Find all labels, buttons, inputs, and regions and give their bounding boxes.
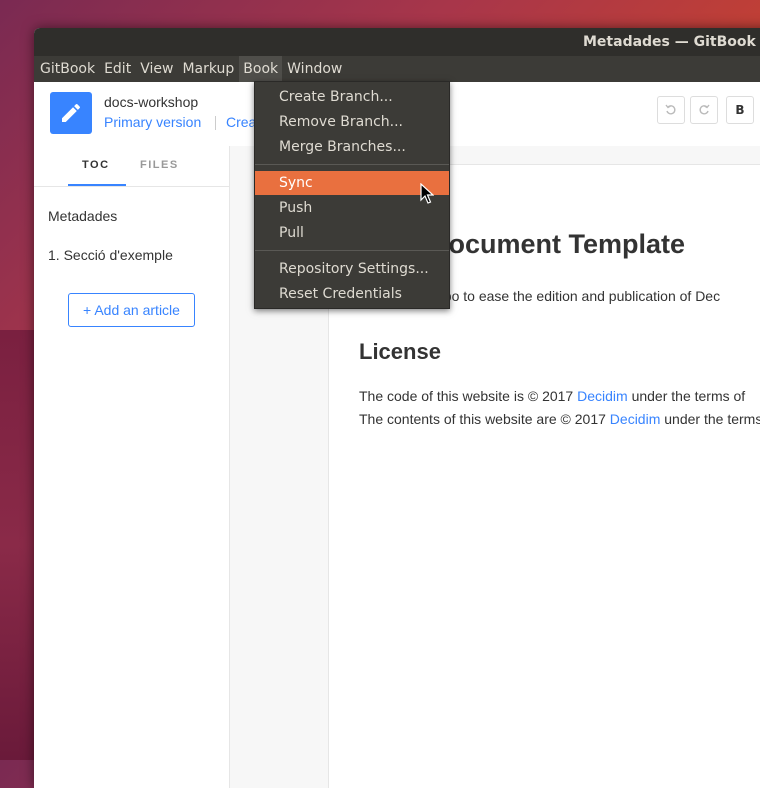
- add-article-button[interactable]: + Add an article: [68, 293, 195, 327]
- menu-item-merge-branches[interactable]: Merge Branches...: [255, 135, 449, 159]
- window-title: Metadades — GitBook Editor: [583, 34, 760, 50]
- active-tab-indicator: [68, 184, 126, 186]
- license-line-1-text: The code of this website is © 2017: [359, 388, 578, 404]
- menu-gitbook[interactable]: GitBook: [36, 56, 99, 82]
- title-bar: Metadades — GitBook Editor: [34, 28, 760, 56]
- redo-icon[interactable]: [690, 96, 718, 124]
- license-heading: License: [359, 339, 441, 364]
- tab-toc[interactable]: TOC: [82, 159, 110, 171]
- toc-item-seccio[interactable]: 1. Secció d'exemple: [48, 247, 173, 263]
- menu-view[interactable]: View: [136, 56, 177, 82]
- tab-files[interactable]: FILES: [140, 159, 179, 171]
- menu-item-create-branch[interactable]: Create Branch...: [255, 85, 449, 109]
- menu-separator: [255, 164, 449, 165]
- menu-item-repository-settings[interactable]: Repository Settings...: [255, 257, 449, 281]
- sidebar-tabs: TOC FILES: [34, 146, 229, 187]
- menu-markup[interactable]: Markup: [178, 56, 238, 82]
- mouse-cursor-icon: [420, 183, 434, 204]
- license-line-2-text: The contents of this website are © 2017: [359, 411, 610, 427]
- license-line-2-tail: under the terms: [660, 411, 760, 427]
- menu-book[interactable]: Book: [239, 56, 283, 82]
- menu-separator: [255, 250, 449, 251]
- bold-button[interactable]: B: [726, 96, 754, 124]
- header-divider: [215, 116, 216, 130]
- license-line-1: The code of this website is © 2017 Decid…: [359, 388, 745, 404]
- document-paragraph: er repo to ease the edition and publicat…: [415, 288, 721, 304]
- toc-item-metadades[interactable]: Metadades: [48, 208, 117, 224]
- menu-item-remove-branch[interactable]: Remove Branch...: [255, 110, 449, 134]
- license-line-1-tail: under the terms of: [627, 388, 746, 404]
- pencil-icon[interactable]: [50, 92, 92, 134]
- menu-item-reset-credentials[interactable]: Reset Credentials: [255, 282, 449, 306]
- license-line-2: The contents of this website are © 2017 …: [359, 411, 760, 427]
- menu-bar: GitBook Edit View Markup Book Window: [34, 56, 760, 82]
- undo-icon[interactable]: [657, 96, 685, 124]
- decidim-link-1[interactable]: Decidim: [577, 388, 628, 404]
- create-link[interactable]: Crea: [226, 114, 256, 130]
- decidim-link-2[interactable]: Decidim: [610, 411, 661, 427]
- sidebar: TOC FILES Metadades 1. Secció d'exemple …: [34, 146, 230, 788]
- menu-item-pull[interactable]: Pull: [255, 221, 449, 245]
- menu-window[interactable]: Window: [283, 56, 346, 82]
- version-link[interactable]: Primary version: [104, 114, 201, 130]
- menu-edit[interactable]: Edit: [100, 56, 135, 82]
- repo-name: docs-workshop: [104, 94, 199, 110]
